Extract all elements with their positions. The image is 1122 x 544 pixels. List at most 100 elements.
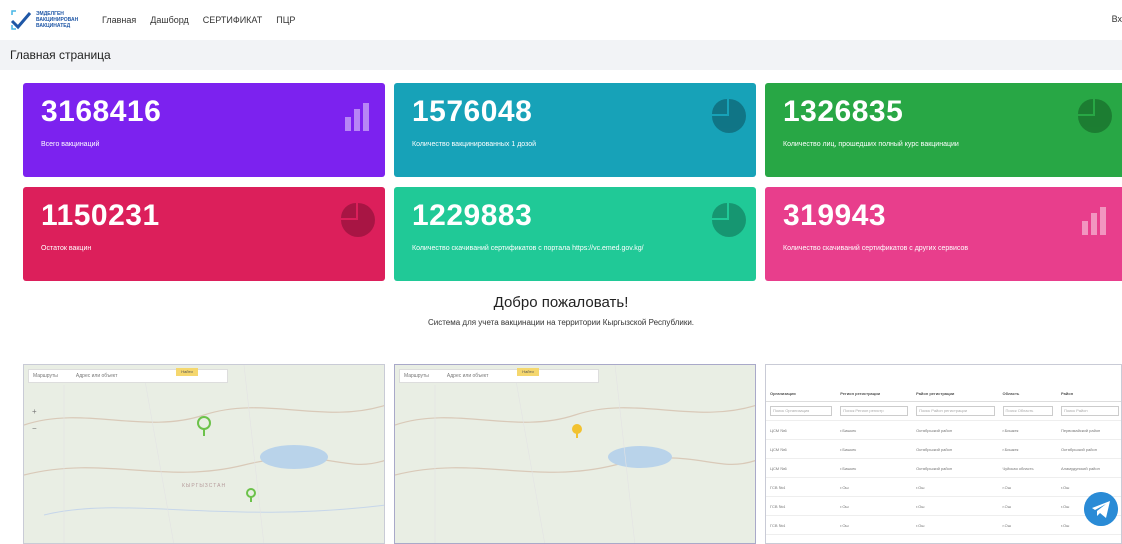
table-cell: г.Бишкек [998, 420, 1057, 440]
pie-chart-icon [712, 203, 746, 237]
filter-input[interactable]: Поиск Район регистрации [916, 406, 995, 416]
bar-chart-icon [345, 103, 369, 131]
stat-card-vaccine-remaining: 1150231 Остаток вакцин [23, 187, 385, 281]
nav-link-dashboard[interactable]: Дашборд [150, 15, 189, 25]
registrations-table: Организация Регион регистрации Район рег… [766, 385, 1121, 543]
table-row[interactable]: ГСВ №4 г.Ош г.Ош г.Ош г.Ош [766, 496, 1121, 516]
checkmark-logo-icon [10, 10, 32, 30]
svg-text:+: + [32, 407, 37, 416]
table-cell: г.Бишкек [836, 534, 913, 543]
filter-input[interactable]: Поиск Регион регистр [840, 406, 909, 416]
table-row[interactable]: ЦСМ №6 г.Бишкек Октябрьский район Чуйска… [766, 458, 1121, 478]
table-cell: г.Ош [1056, 477, 1121, 497]
logo-text-line: ВАКЦИНАТЕД [36, 23, 71, 29]
table-cell: г.Бишкек [836, 420, 913, 440]
stat-label: Количество вакцинированных 1 дозой [412, 141, 537, 148]
table-cell: г.Бишкек [836, 439, 913, 459]
stat-value: 1576048 [412, 95, 533, 128]
column-header[interactable]: Регион регистрации [836, 385, 913, 402]
table-cell: ГСВ №4 [766, 496, 837, 516]
table-cell: г.Ош [836, 477, 913, 497]
map-panel-2[interactable]: Маршруты Адрес или объект Найти [394, 364, 756, 544]
map-search-input[interactable]: Адрес или объект [447, 373, 489, 379]
table-cell: Октябрьский район [912, 439, 999, 459]
table-cell: ЦСМ №6 [766, 420, 837, 440]
stat-value: 1326835 [783, 95, 904, 128]
telegram-icon[interactable] [1084, 492, 1118, 526]
map-region-label: КЫРГЫЗСТАН [182, 483, 227, 489]
nav-link-pcr[interactable]: ПЦР [276, 15, 295, 25]
route-label[interactable]: Маршруты [404, 373, 429, 379]
stat-value: 1150231 [41, 199, 160, 232]
stat-label: Количество лиц, прошедших полный курс ва… [783, 141, 959, 148]
filter-input[interactable]: Поиск Район [1060, 406, 1119, 416]
route-label[interactable]: Маршруты [33, 373, 58, 379]
login-link[interactable]: Вх [1112, 14, 1122, 24]
table-cell: ЦСМ №6 [766, 534, 837, 543]
filter-cell: Поиск Район регистрации [912, 401, 999, 421]
logo[interactable]: ЭМДЕЛГЕН ВАКЦИНИРОВАН ВАКЦИНАТЕД [10, 5, 88, 35]
stat-card-portal-downloads: 1229883 Количество скачиваний сертификат… [394, 187, 756, 281]
map-background[interactable] [24, 365, 385, 544]
svg-text:−: − [32, 424, 37, 433]
table-cell: Аламудунский район [1056, 458, 1121, 478]
column-header[interactable]: Район регистрации [912, 385, 999, 402]
table-cell: г.Бишкек [836, 458, 913, 478]
stat-value: 3168416 [41, 95, 162, 128]
table-cell: Октябрьский район [912, 458, 999, 478]
map-find-button[interactable]: Найти [176, 368, 198, 376]
filter-cell: Поиск Регион регистр [836, 401, 913, 421]
table-row[interactable]: ЦСМ №6 г.Бишкек Октябрьский район г.Бишк… [766, 439, 1121, 459]
registrations-table-panel: Организация Регион регистрации Район рег… [765, 364, 1122, 544]
map-panel-1[interactable]: Маршруты Адрес или объект Найти + − КЫРГ… [23, 364, 385, 544]
pie-chart-icon [1078, 99, 1112, 133]
welcome-subtitle: Система для учета вакцинации на территор… [427, 318, 695, 327]
map-background[interactable] [395, 365, 756, 544]
nav-link-certificate[interactable]: СЕРТИФИКАТ [203, 15, 262, 25]
table-cell: г.Ош [836, 496, 913, 516]
welcome-title: Добро пожаловать! [493, 294, 629, 311]
table-cell: Октябрьский район [1056, 439, 1121, 459]
stat-value: 319943 [783, 199, 887, 232]
map-marker-icon[interactable] [244, 487, 258, 503]
table-row[interactable]: ГСВ №4 г.Ош г.Ош г.Ош г.Ош [766, 515, 1121, 535]
table-row[interactable]: ГСВ №4 г.Ош г.Ош г.Ош г.Ош [766, 477, 1121, 497]
filter-cell: Поиск Район [1056, 401, 1121, 421]
map-marker-icon[interactable] [194, 415, 214, 437]
filter-cell: Поиск Область [998, 401, 1057, 421]
table-cell: г.Бишкек [998, 534, 1057, 543]
map-search-input[interactable]: Адрес или объект [76, 373, 118, 379]
filter-input[interactable]: Поиск Организация [770, 406, 833, 416]
stat-label: Всего вакцинаций [41, 141, 100, 148]
nav-link-home[interactable]: Главная [102, 15, 136, 25]
map-marker-icon[interactable] [570, 423, 584, 439]
table-cell: Октябрьский район [912, 534, 999, 543]
map-search-bar[interactable]: Маршруты Адрес или объект [399, 369, 599, 383]
column-header[interactable]: Область [998, 385, 1057, 402]
map-find-button[interactable]: Найти [517, 368, 539, 376]
table-row[interactable]: ЦСМ №6 г.Бишкек Октябрьский район г.Бишк… [766, 534, 1121, 543]
stat-label: Количество скачиваний сертификатов с дру… [783, 245, 969, 252]
stat-label: Остаток вакцин [41, 245, 92, 252]
column-header[interactable]: Организация [766, 385, 837, 402]
table-cell: ГСВ №4 [766, 477, 837, 497]
table-filter-row: Поиск Организация Поиск Регион регистр П… [766, 401, 1121, 421]
table-cell: г.Ош [998, 515, 1057, 535]
table-row[interactable]: ЦСМ №6 г.Бишкек Октябрьский район г.Бишк… [766, 420, 1121, 440]
filter-input[interactable]: Поиск Область [1002, 406, 1053, 416]
table-cell: ЦСМ №6 [766, 439, 837, 459]
table-cell: г.Бишкек [998, 439, 1057, 459]
map-search-bar[interactable]: Маршруты Адрес или объект [28, 369, 228, 383]
table-cell: г.Ош [998, 477, 1057, 497]
column-header[interactable]: Район [1056, 385, 1121, 402]
table-cell: Октябрьский район [1056, 534, 1121, 543]
stat-card-total-vaccinations: 3168416 Всего вакцинаций [23, 83, 385, 177]
stat-card-first-dose: 1576048 Количество вакцинированных 1 доз… [394, 83, 756, 177]
table-cell: г.Ош [998, 496, 1057, 516]
logo-text: ЭМДЕЛГЕН ВАКЦИНИРОВАН ВАКЦИНАТЕД [36, 11, 78, 29]
table-cell: г.Ош [912, 515, 999, 535]
table-cell: Октябрьский район [912, 420, 999, 440]
stat-value: 1229883 [412, 199, 533, 232]
zoom-controls-icon[interactable]: + − [30, 405, 40, 435]
pie-chart-icon [341, 203, 375, 237]
